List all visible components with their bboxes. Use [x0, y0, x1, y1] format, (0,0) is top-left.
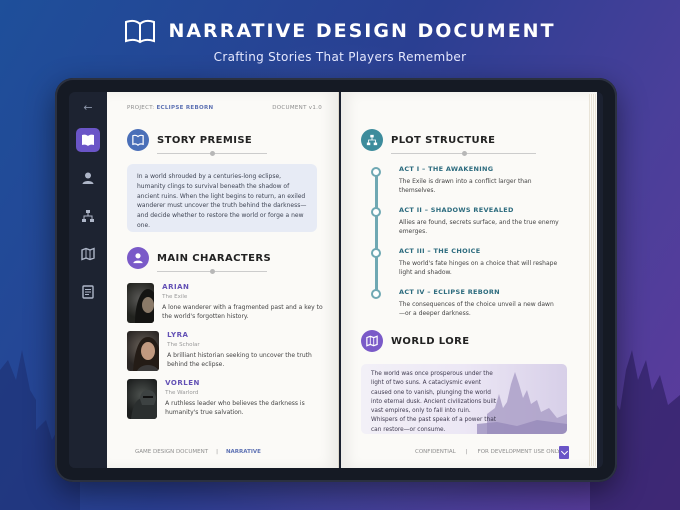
section-divider	[391, 151, 536, 156]
open-book-icon	[125, 19, 156, 44]
character-portrait	[127, 283, 155, 323]
character-name: ARIAN	[162, 283, 190, 291]
footer-use-label: FOR DEVELOPMENT USE ONLY	[477, 449, 561, 455]
story-premise-text: In a world shrouded by a centuries-long …	[127, 164, 317, 232]
project-meta: PROJECT: ECLIPSE REBORN DOCUMENT v1.0	[127, 105, 322, 111]
project-info: PROJECT: ECLIPSE REBORN	[127, 105, 213, 111]
character-info: VORLEN The Warlord A ruthless leader who…	[165, 379, 323, 419]
map-icon	[361, 330, 383, 352]
hierarchy-icon	[361, 129, 383, 151]
character-name: LYRA	[167, 331, 189, 339]
plot-act[interactable]: ACT IV – ECLIPSE REBORN The consequences…	[399, 288, 559, 318]
timeline-node	[371, 248, 381, 258]
page-edge	[589, 94, 597, 466]
plot-act[interactable]: ACT I – THE AWAKENING The Exile is drawn…	[399, 165, 559, 195]
section-divider	[157, 151, 267, 156]
character-description: A brilliant historian seeking to uncover…	[167, 352, 312, 368]
open-book: PROJECT: ECLIPSE REBORN DOCUMENT v1.0 ST…	[107, 92, 603, 468]
footer-doc-label: GAME DESIGN DOCUMENT	[135, 449, 209, 455]
world-lore-title: WORLD LORE	[391, 335, 470, 347]
footer-confidential: CONFIDENTIAL	[415, 449, 456, 455]
section-divider	[157, 269, 267, 274]
header: NARRATIVE DESIGN DOCUMENT Crafting Stori…	[0, 18, 680, 64]
tablet-screen: ← PROJECT: ECLIPSE REBORN DOCUMENT v1.0 …	[69, 92, 603, 468]
user-icon	[82, 172, 94, 184]
character-name: VORLEN	[165, 379, 200, 387]
footer-separator: |	[216, 449, 218, 455]
character-description: A lone wanderer with a fragmented past a…	[162, 304, 323, 320]
act-title: ACT IV – ECLIPSE REBORN	[399, 288, 500, 296]
sidebar-item-structure[interactable]	[76, 204, 100, 228]
left-page-footer: GAME DESIGN DOCUMENT | NARRATIVE	[135, 449, 261, 455]
page-title: NARRATIVE DESIGN DOCUMENT	[168, 20, 556, 42]
bookmark-icon[interactable]	[559, 446, 569, 459]
page-subtitle: Crafting Stories That Players Remember	[213, 50, 467, 64]
story-premise-header: STORY PREMISE	[127, 129, 252, 151]
act-title: ACT II – SHADOWS REVEALED	[399, 206, 514, 214]
plot-structure-title: PLOT STRUCTURE	[391, 134, 496, 146]
main-characters-header: MAIN CHARACTERS	[127, 247, 271, 269]
timeline-node	[371, 167, 381, 177]
world-lore-header: WORLD LORE	[361, 330, 469, 352]
footer-section-label: NARRATIVE	[225, 449, 261, 455]
plot-act[interactable]: ACT II – SHADOWS REVEALED Allies are fou…	[399, 206, 559, 236]
character-info: ARIAN The Exile A lone wanderer with a f…	[162, 283, 323, 323]
book-icon	[127, 129, 149, 151]
character-description: A ruthless leader who believes the darkn…	[165, 400, 305, 416]
story-premise-title: STORY PREMISE	[157, 134, 253, 146]
hierarchy-icon	[82, 210, 94, 222]
character-portrait	[127, 379, 158, 419]
header-title-row: NARRATIVE DESIGN DOCUMENT	[0, 18, 680, 44]
plot-timeline	[375, 172, 378, 298]
left-page: PROJECT: ECLIPSE REBORN DOCUMENT v1.0 ST…	[107, 92, 339, 468]
character-role: The Scholar	[167, 342, 200, 348]
main-characters-title: MAIN CHARACTERS	[157, 252, 272, 264]
character-info: LYRA The Scholar A brilliant historian s…	[167, 331, 323, 371]
act-description: The Exile is drawn into a conflict large…	[399, 178, 532, 194]
sidebar-item-map[interactable]	[76, 242, 100, 266]
character-role: The Exile	[162, 294, 188, 300]
world-lore-box: The world was once prosperous under the …	[361, 364, 567, 434]
notes-icon	[82, 285, 94, 299]
timeline-node	[371, 207, 381, 217]
act-title: ACT I – THE AWAKENING	[399, 165, 494, 173]
sidebar-item-notes[interactable]	[76, 280, 100, 304]
right-page-footer: CONFIDENTIAL | FOR DEVELOPMENT USE ONLY	[415, 449, 560, 455]
character-role: The Warlord	[165, 390, 199, 396]
character-card[interactable]: ARIAN The Exile A lone wanderer with a f…	[127, 283, 323, 323]
right-page: PLOT STRUCTURE ACT I – THE AWAKENING The…	[341, 92, 597, 468]
back-arrow-icon[interactable]: ←	[76, 100, 100, 114]
sidebar-item-characters[interactable]	[76, 166, 100, 190]
document-version: DOCUMENT v1.0	[272, 105, 322, 111]
map-icon	[81, 247, 95, 261]
act-title: ACT III – THE CHOICE	[399, 247, 481, 255]
world-lore-text: The world was once prosperous under the …	[371, 371, 497, 433]
book-icon	[82, 134, 94, 146]
act-description: The world's fate hinges on a choice that…	[399, 260, 558, 276]
character-card[interactable]: LYRA The Scholar A brilliant historian s…	[127, 331, 323, 371]
character-portrait	[127, 331, 160, 371]
act-description: Allies are found, secrets surface, and t…	[399, 219, 559, 235]
footer-separator: |	[465, 449, 468, 455]
sidebar-item-book[interactable]	[76, 128, 100, 152]
project-label: PROJECT:	[127, 105, 155, 111]
user-icon	[127, 247, 149, 269]
plot-act[interactable]: ACT III – THE CHOICE The world's fate hi…	[399, 247, 559, 277]
sidebar: ←	[69, 92, 107, 468]
plot-structure-header: PLOT STRUCTURE	[361, 129, 495, 151]
tablet-frame: ← PROJECT: ECLIPSE REBORN DOCUMENT v1.0 …	[55, 78, 617, 482]
timeline-node	[371, 289, 381, 299]
character-card[interactable]: VORLEN The Warlord A ruthless leader who…	[127, 379, 323, 419]
project-name: ECLIPSE REBORN	[156, 105, 214, 111]
act-description: The consequences of the choice unveil a …	[399, 301, 554, 317]
